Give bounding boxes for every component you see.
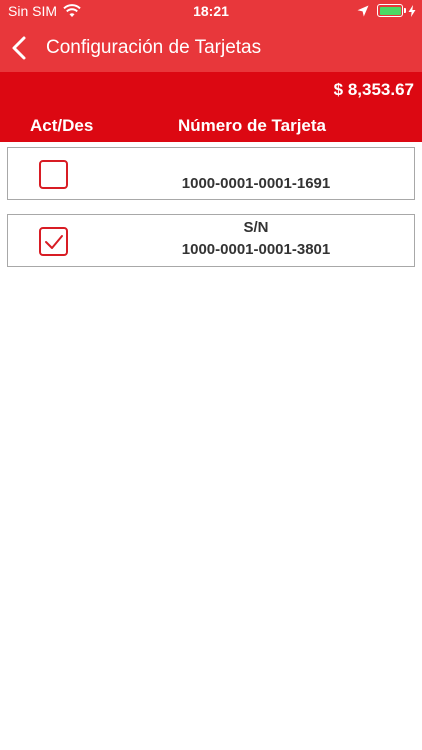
status-bar: Sin SIM 18:21 <box>0 0 422 24</box>
nav-bar: Configuración de Tarjetas <box>0 24 422 72</box>
header-act-des: Act/Des <box>30 116 94 135</box>
card-number: 1000-0001-0001-3801 <box>181 241 331 258</box>
checkmark-icon <box>45 235 63 249</box>
card-checkbox-unchecked[interactable] <box>39 160 68 189</box>
status-right <box>357 4 416 17</box>
balance-amount: $ 8,353.67 <box>333 80 414 99</box>
card-label: S/N <box>243 219 269 236</box>
page-title: Configuración de Tarjetas <box>46 37 262 58</box>
battery-icon <box>377 4 403 17</box>
location-arrow-icon <box>357 5 369 16</box>
balance-bar: $ 8,353.67 <box>0 72 422 110</box>
battery-cap <box>404 8 406 13</box>
card-row[interactable]: 1000-0001-0001-1691 <box>7 147 415 200</box>
card-row[interactable]: S/N 1000-0001-0001-3801 <box>7 214 415 267</box>
charging-bolt-icon <box>408 4 416 17</box>
table-header: Act/Des Número de Tarjeta <box>0 110 422 142</box>
chevron-left-icon[interactable] <box>8 34 32 62</box>
card-number: 1000-0001-0001-1691 <box>181 175 331 192</box>
header-card-number: Número de Tarjeta <box>178 116 327 135</box>
card-checkbox-checked[interactable] <box>39 227 68 256</box>
battery-fill <box>379 6 401 15</box>
